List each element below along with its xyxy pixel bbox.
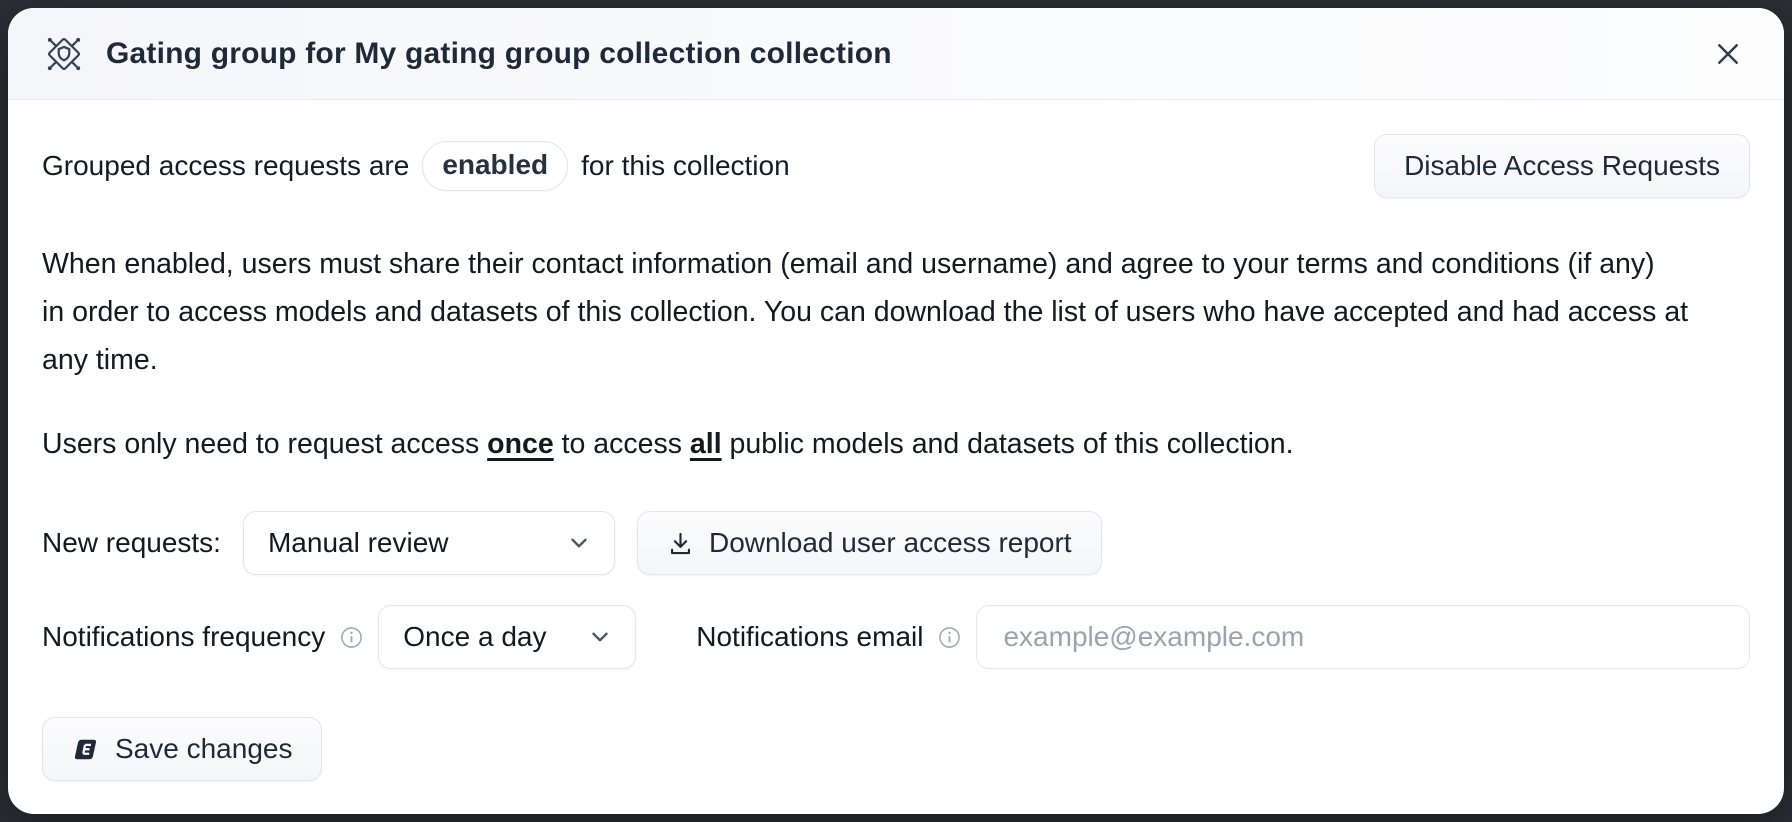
close-x-icon xyxy=(1713,39,1743,69)
gating-group-modal: Gating group for My gating group collect… xyxy=(8,8,1784,814)
status-row: Grouped access requests are enabled for … xyxy=(42,134,1750,198)
new-requests-label: New requests: xyxy=(42,527,221,559)
note-emphasis-all: all xyxy=(690,428,722,460)
status-badge: enabled xyxy=(422,141,568,192)
download-user-access-report-button[interactable]: Download user access report xyxy=(637,511,1102,575)
new-requests-select[interactable]: Manual review xyxy=(243,511,615,575)
status-prefix: Grouped access requests are xyxy=(42,150,409,182)
note-line: Users only need to request access once t… xyxy=(42,428,1750,461)
info-circle-icon[interactable] xyxy=(339,625,364,650)
notifications-frequency-select[interactable]: Once a day xyxy=(378,605,636,669)
new-requests-selected-value: Manual review xyxy=(268,527,449,559)
chevron-down-icon xyxy=(566,530,592,556)
modal-title: Gating group for My gating group collect… xyxy=(106,37,1686,71)
save-changes-button[interactable]: Save changes xyxy=(42,717,322,781)
disable-button-label: Disable Access Requests xyxy=(1404,150,1720,182)
modal-header: Gating group for My gating group collect… xyxy=(8,8,1784,100)
description-line: in order to access models and datasets o… xyxy=(42,288,1750,336)
note-part: to access xyxy=(562,428,682,460)
notifications-frequency-label: Notifications frequency xyxy=(42,621,325,653)
enterprise-badge-icon xyxy=(72,736,100,763)
description-line: When enabled, users must share their con… xyxy=(42,240,1750,288)
note-emphasis-once: once xyxy=(487,428,554,460)
notifications-row: Notifications frequency Once a day Notif… xyxy=(42,605,1750,669)
download-button-label: Download user access report xyxy=(709,527,1072,559)
note-part: public models and datasets of this colle… xyxy=(730,428,1294,460)
disable-access-requests-button[interactable]: Disable Access Requests xyxy=(1374,134,1750,198)
save-button-label: Save changes xyxy=(115,733,292,765)
download-icon xyxy=(667,530,694,557)
save-row: Save changes xyxy=(42,717,1750,781)
chevron-down-icon xyxy=(587,624,613,650)
note-part: Users only need to request access xyxy=(42,428,479,460)
description-paragraph: When enabled, users must share their con… xyxy=(42,240,1750,384)
status-text: Grouped access requests are enabled for … xyxy=(42,141,1374,192)
modal-body: Grouped access requests are enabled for … xyxy=(8,134,1784,781)
info-circle-icon[interactable] xyxy=(937,625,962,650)
new-requests-row: New requests: Manual review Dow xyxy=(42,511,1750,575)
close-button[interactable] xyxy=(1706,32,1750,76)
description-line: any time. xyxy=(42,336,1750,384)
notifications-email-input[interactable] xyxy=(976,605,1750,669)
status-suffix: for this collection xyxy=(581,150,790,182)
frequency-selected-value: Once a day xyxy=(403,621,546,653)
notifications-email-label: Notifications email xyxy=(696,621,923,653)
gated-shield-icon xyxy=(42,32,86,76)
